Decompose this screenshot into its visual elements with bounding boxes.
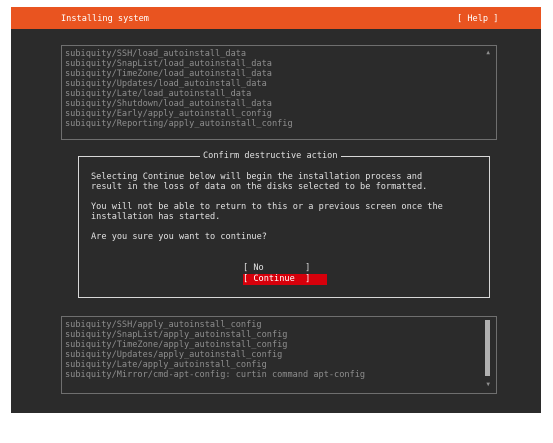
log-line: subiquity/Updates/apply_autoinstall_conf… xyxy=(65,350,283,360)
log-line: subiquity/Updates/load_autoinstall_data xyxy=(65,79,267,89)
bottom-margin xyxy=(0,413,553,443)
scroll-down-icon[interactable]: ▼ xyxy=(486,382,490,388)
log-line: subiquity/Early/apply_autoinstall_config xyxy=(65,109,272,119)
continue-button[interactable]: [ Continue ] xyxy=(243,274,327,285)
log-line: subiquity/SSH/load_autoinstall_data xyxy=(65,49,247,59)
log-lines-top: subiquity/SSH/load_autoinstall_data subi… xyxy=(65,49,293,129)
scroll-up-icon[interactable]: ▲ xyxy=(486,50,490,56)
installer-screen: Installing system [ Help ] subiquity/SSH… xyxy=(11,7,541,413)
log-line: subiquity/Reporting/apply_autoinstall_co… xyxy=(65,119,293,129)
log-lines-bottom: subiquity/SSH/apply_autoinstall_config s… xyxy=(65,320,365,380)
log-panel-bottom[interactable]: subiquity/SSH/apply_autoinstall_config s… xyxy=(61,316,497,394)
dialog-text-line xyxy=(91,192,443,202)
log-line: subiquity/TimeZone/load_autoinstall_data xyxy=(65,69,272,79)
log-line: subiquity/SSH/apply_autoinstall_config xyxy=(65,320,262,330)
log-line: subiquity/SnapList/apply_autoinstall_con… xyxy=(65,330,288,340)
help-button[interactable]: [ Help ] xyxy=(457,14,498,24)
header-bar: Installing system [ Help ] xyxy=(11,7,541,29)
log-line: subiquity/Mirror/cmd-apt-config: curtin … xyxy=(65,370,366,380)
dialog-text-line: Are you sure you want to continue? xyxy=(91,232,267,242)
log-line: subiquity/Late/load_autoinstall_data xyxy=(65,89,252,99)
dialog-title: Confirm destructive action xyxy=(200,151,341,161)
confirm-dialog: Confirm destructive action Selecting Con… xyxy=(78,151,490,298)
log-panel-top[interactable]: subiquity/SSH/load_autoinstall_data subi… xyxy=(61,45,497,140)
dialog-text-line: Selecting Continue below will begin the … xyxy=(91,172,423,182)
page-title: Installing system xyxy=(61,14,149,24)
dialog-text-line: installation has started. xyxy=(91,212,221,222)
scrollbar-thumb[interactable] xyxy=(485,320,490,376)
no-button[interactable]: [ No ] xyxy=(243,263,327,274)
log-line: subiquity/TimeZone/apply_autoinstall_con… xyxy=(65,340,288,350)
dialog-text-line: You will not be able to return to this o… xyxy=(91,202,443,212)
dialog-text-line: result in the loss of data on the disks … xyxy=(91,182,428,192)
log-line: subiquity/Shutdown/load_autoinstall_data xyxy=(65,99,272,109)
log-line: subiquity/SnapList/load_autoinstall_data xyxy=(65,59,272,69)
log-line: subiquity/Late/apply_autoinstall_config xyxy=(65,360,267,370)
dialog-message: Selecting Continue below will begin the … xyxy=(91,172,443,242)
dialog-text-line xyxy=(91,222,443,232)
